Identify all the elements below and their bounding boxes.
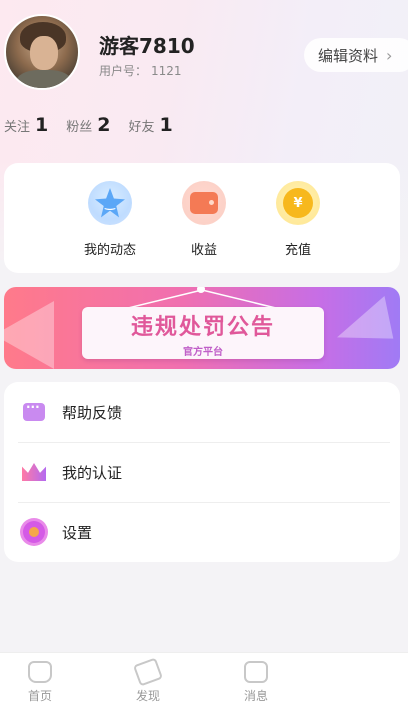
menu-item-settings[interactable]: 设置 [4,502,400,562]
stat-label: 好友 [128,120,155,135]
tab-messages[interactable]: 消息 [226,661,286,704]
quick-action-my-posts[interactable]: ‿ 我的动态 [70,181,150,258]
quick-action-label: 我的动态 [83,243,136,258]
coin-icon: ¥ [283,188,313,218]
user-id-row: 用户号： 1121 [99,62,186,79]
banner-board: 违规处罚公告 官方平台 [82,307,324,359]
banner-subtitle: 官方平台 [183,346,223,358]
stat-label: 粉丝 [66,120,93,135]
stat-fans[interactable]: 粉丝 2 [66,114,110,136]
banner-decoration-left [4,301,54,369]
menu-item-label: 我的认证 [62,463,123,482]
banner-title: 违规处罚公告 [130,314,275,340]
message-icon [244,661,268,683]
tab-label: 发现 [135,689,160,703]
user-id-label: 用户号： [99,64,148,78]
username: 游客7810 [99,34,195,58]
star-icon-background: ‿ [88,181,132,225]
wallet-icon-background [182,181,226,225]
menu-item-label: 帮助反馈 [62,403,123,422]
bottom-tab-bar: 首页 发现 消息 [0,652,408,706]
edit-profile-button[interactable]: 编辑资料 › [304,38,408,72]
stat-following[interactable]: 关注 1 [4,114,48,136]
star-icon: ‿ [95,188,125,218]
quick-actions-card: ‿ 我的动态 收益 ¥ 充值 [4,163,400,273]
stats-row: 关注 1 粉丝 2 好友 1 [4,114,191,136]
quick-action-earnings[interactable]: 收益 [164,181,244,258]
wallet-icon [190,192,218,214]
flower-icon [23,521,45,543]
discover-icon [132,657,164,687]
avatar-body [16,70,72,88]
crown-icon [22,463,46,481]
avatar[interactable] [4,14,80,90]
tab-discover[interactable]: 发现 [118,657,178,704]
banner-decoration-right [337,287,400,354]
announcement-banner[interactable]: 违规处罚公告 官方平台 [4,287,400,369]
chat-icon [19,400,45,423]
stat-value: 1 [35,114,49,136]
chat-icon-wrapper [19,400,46,424]
coin-icon-background: ¥ [276,181,320,225]
crown-icon-wrapper [22,460,46,484]
menu-item-label: 设置 [62,523,93,542]
menu-card: 帮助反馈 我的认证 设置 [4,382,400,562]
chevron-right-icon: › [386,45,393,65]
stat-value: 2 [97,114,111,136]
tab-home[interactable]: 首页 [10,661,70,704]
menu-item-verification[interactable]: 我的认证 [4,442,400,502]
flower-icon-wrapper [22,520,46,544]
avatar-face [30,36,58,70]
quick-action-label: 充值 [284,243,311,258]
home-icon [28,661,52,683]
user-id-value: 1121 [151,64,182,78]
edit-profile-label: 编辑资料 [318,46,379,65]
tab-label: 消息 [243,689,268,703]
menu-item-help-feedback[interactable]: 帮助反馈 [4,382,400,442]
quick-action-recharge[interactable]: ¥ 充值 [258,181,338,258]
stat-label: 关注 [4,120,31,135]
quick-action-label: 收益 [190,243,217,258]
tab-label: 首页 [27,689,52,703]
stat-friends[interactable]: 好友 1 [129,114,173,136]
stat-value: 1 [159,114,173,136]
